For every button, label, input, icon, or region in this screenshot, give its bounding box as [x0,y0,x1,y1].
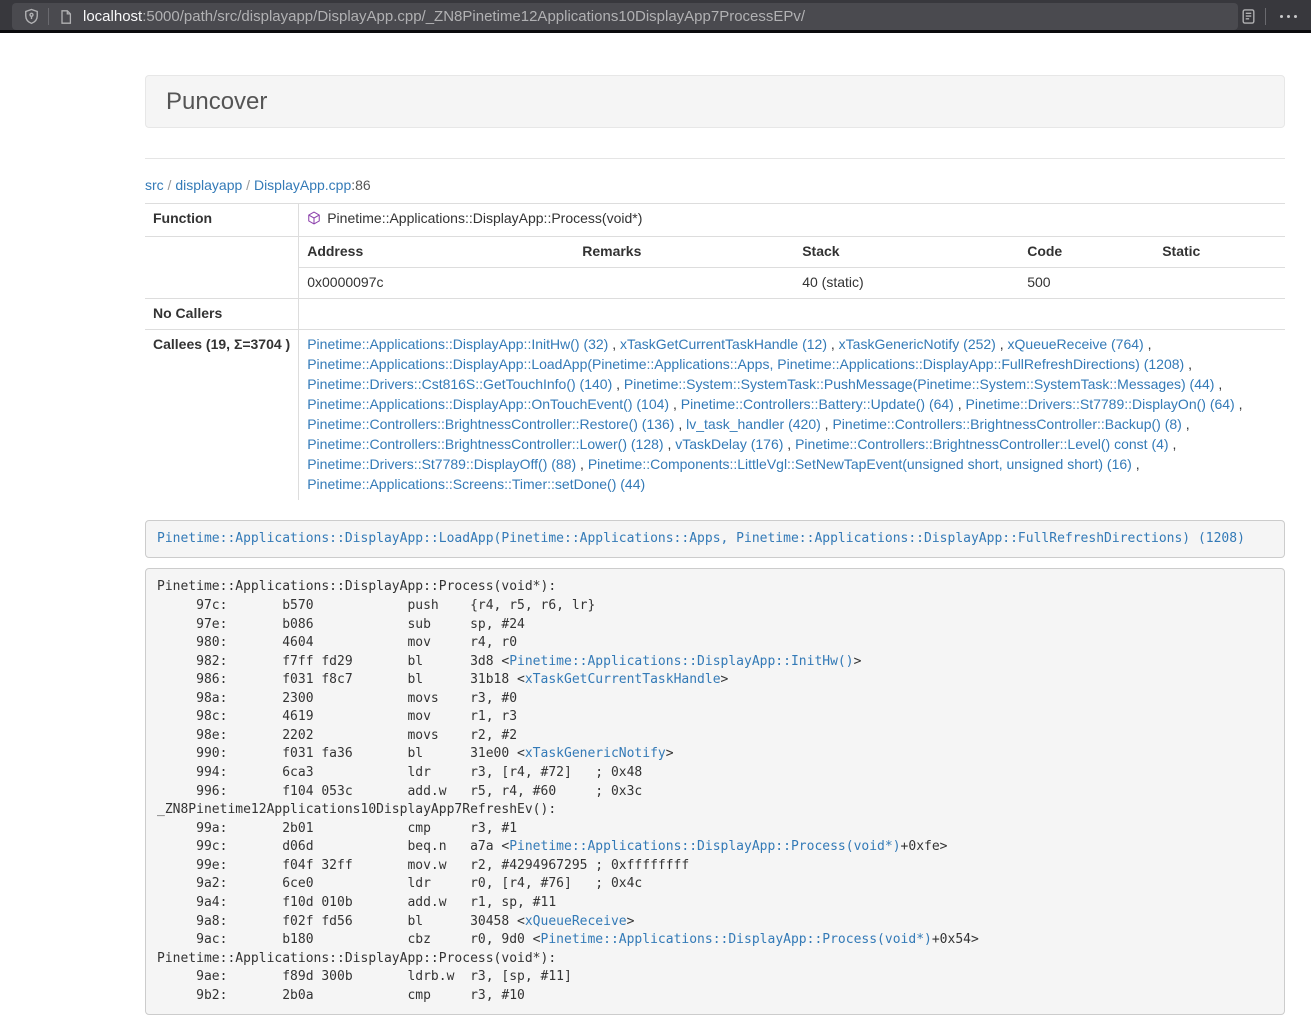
address-value: 0x0000097c [299,267,574,297]
assembly-symbol-link[interactable]: Pinetime::Applications::DisplayApp::Init… [509,654,853,669]
toolbar-divider [48,8,49,25]
callee-link[interactable]: xTaskGenericNotify (252) [839,336,996,352]
breadcrumb-link-displayapp[interactable]: displayapp [175,177,242,193]
callee-link[interactable]: lv_task_handler (420) [686,416,821,432]
assembly-symbol-link[interactable]: Pinetime::Applications::DisplayApp::Proc… [509,839,900,854]
callees-list: Pinetime::Applications::DisplayApp::Init… [299,329,1285,499]
no-callers-label: No Callers [145,298,299,329]
assembly-symbol-link[interactable]: Pinetime::Applications::DisplayApp::Proc… [541,932,932,947]
cube-icon [307,211,321,231]
col-header-remarks: Remarks [574,237,794,267]
menu-ellipsis-icon[interactable] [1272,15,1305,18]
function-stats-table: Address Remarks Stack Code Static 0x0000… [299,237,1285,298]
callee-link[interactable]: Pinetime::Controllers::Battery::Update()… [681,396,954,412]
callee-link[interactable]: xTaskGetCurrentTaskHandle (12) [620,336,827,352]
col-header-code: Code [1019,237,1154,267]
table-row: 0x0000097c 40 (static) 500 [299,267,1285,297]
callee-link[interactable]: Pinetime::Drivers::St7789::DisplayOn() (… [966,396,1235,412]
static-value [1154,267,1285,297]
callee-link[interactable]: Pinetime::Applications::Screens::Timer::… [307,476,645,492]
page-title: Puncover [166,88,1264,115]
assembly-symbol-link[interactable]: xQueueReceive [525,914,627,929]
callee-link[interactable]: Pinetime::Applications::DisplayApp::OnTo… [307,396,669,412]
callee-link[interactable]: Pinetime::Drivers::St7789::DisplayOff() … [307,456,576,472]
url-text: localhost:5000/path/src/displayapp/Displ… [83,8,805,25]
remarks-value [574,267,794,297]
code-value: 500 [1019,267,1154,297]
function-name: Pinetime::Applications::DisplayApp::Proc… [327,210,642,226]
callee-link[interactable]: Pinetime::Controllers::BrightnessControl… [795,436,1168,452]
url-path: :5000/path/src/displayapp/DisplayApp.cpp… [142,8,805,25]
breadcrumb-separator: / [242,177,254,193]
function-row: Function Pinetime::Applications::Display… [145,204,1285,237]
callees-label: Callees (19, Σ=3704 ) [145,329,299,499]
load-app-link[interactable]: Pinetime::Applications::DisplayApp::Load… [157,531,1245,546]
app-header-panel: Puncover [145,75,1285,128]
url-host: localhost [83,8,142,25]
col-header-stack: Stack [794,237,1019,267]
assembly-code: Pinetime::Applications::DisplayApp::Proc… [145,568,1285,1015]
col-header-address: Address [299,237,574,267]
reader-mode-icon[interactable] [1237,6,1259,28]
page-icon[interactable] [55,6,77,28]
page-container: Puncover src / displayapp / DisplayApp.c… [145,75,1285,1015]
callee-link[interactable]: Pinetime::Drivers::Cst816S::GetTouchInfo… [307,376,612,392]
toolbar-divider [1265,8,1266,25]
function-label: Function [145,204,299,237]
callee-link[interactable]: Pinetime::Applications::DisplayApp::Init… [307,336,608,352]
breadcrumb-link-file[interactable]: DisplayApp.cpp [254,177,351,193]
callee-link[interactable]: Pinetime::System::SystemTask::PushMessag… [624,376,1215,392]
breadcrumb-separator: / [164,177,176,193]
stats-row: Address Remarks Stack Code Static 0x0000… [145,236,1285,298]
callee-link[interactable]: Pinetime::Controllers::BrightnessControl… [307,436,663,452]
callee-link[interactable]: Pinetime::Applications::DisplayApp::Load… [307,356,1184,372]
breadcrumb-line-number: :86 [351,177,370,193]
assembly-symbol-link[interactable]: xTaskGetCurrentTaskHandle [525,672,721,687]
callee-link[interactable]: Pinetime::Controllers::BrightnessControl… [832,416,1181,432]
function-info-table: Function Pinetime::Applications::Display… [145,203,1285,500]
col-header-static: Static [1154,237,1285,267]
callee-link[interactable]: Pinetime::Controllers::BrightnessControl… [307,416,674,432]
divider [145,158,1285,159]
shield-icon[interactable] [20,6,42,28]
callee-link[interactable]: vTaskDelay (176) [675,436,783,452]
url-bar[interactable]: localhost:5000/path/src/displayapp/Displ… [12,3,1238,30]
load-app-highlight-box: Pinetime::Applications::DisplayApp::Load… [145,520,1285,559]
callee-link[interactable]: xQueueReceive (764) [1008,336,1144,352]
no-callers-row: No Callers [145,298,1285,329]
browser-toolbar: localhost:5000/path/src/displayapp/Displ… [0,0,1311,33]
breadcrumb: src / displayapp / DisplayApp.cpp:86 [145,177,1285,193]
breadcrumb-link-src[interactable]: src [145,177,164,193]
stack-value: 40 (static) [794,267,1019,297]
callees-row: Callees (19, Σ=3704 ) Pinetime::Applicat… [145,329,1285,499]
assembly-symbol-link[interactable]: xTaskGenericNotify [525,746,666,761]
callee-link[interactable]: Pinetime::Components::LittleVgl::SetNewT… [588,456,1132,472]
